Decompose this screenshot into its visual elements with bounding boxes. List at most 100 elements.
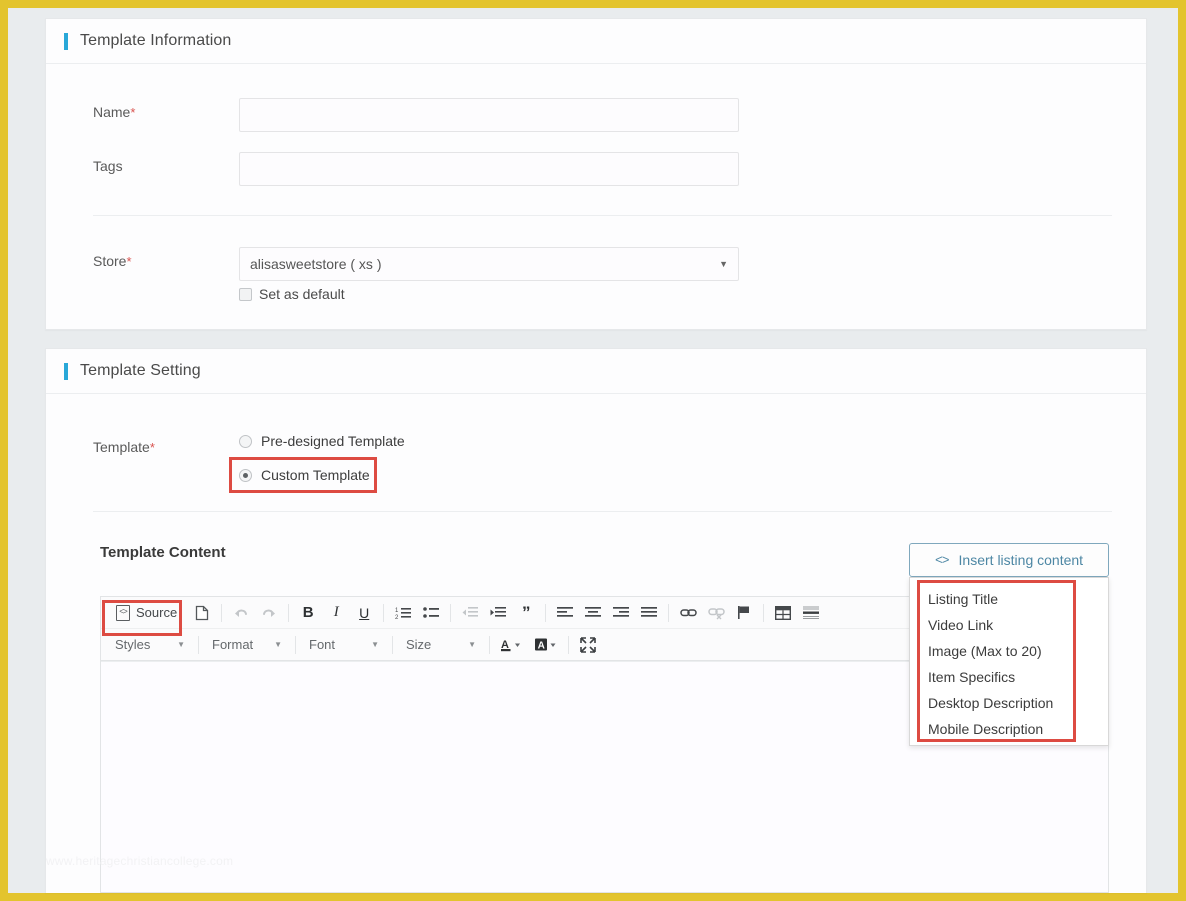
store-select[interactable]: alisasweetstore ( xs ) ▼ <box>239 247 739 281</box>
svg-text:1: 1 <box>395 608 399 614</box>
tags-input[interactable] <box>239 152 739 186</box>
chevron-down-icon: ▼ <box>468 640 476 649</box>
size-select-label: Size <box>406 637 432 652</box>
menu-item-desktop-description[interactable]: Desktop Description <box>910 690 1108 716</box>
form-divider-info <box>93 215 1112 216</box>
name-required-marker: * <box>130 105 136 120</box>
redo-icon[interactable] <box>257 601 281 625</box>
size-select[interactable]: Size ▼ <box>398 633 484 657</box>
page-root: Template Information Name* Tags Store* a… <box>8 8 1178 893</box>
chevron-down-icon: ▼ <box>177 640 185 649</box>
link-icon[interactable] <box>676 601 700 625</box>
font-select-label: Font <box>309 637 336 652</box>
watermark-text: www.heritagechristiancollege.com <box>46 854 234 868</box>
toolbar-separator <box>198 635 199 654</box>
toolbar-separator <box>568 635 569 654</box>
name-label: Name* <box>93 98 239 120</box>
set-as-default-checkbox[interactable] <box>239 287 252 301</box>
chevron-down-icon: ▼ <box>371 640 379 649</box>
justify-icon[interactable] <box>637 601 661 625</box>
increase-indent-icon[interactable] <box>486 601 510 625</box>
toolbar-separator <box>392 635 393 654</box>
set-as-default-row[interactable]: Set as default <box>239 286 345 302</box>
radio-label: Custom Template <box>261 467 370 483</box>
toolbar-separator <box>383 603 385 622</box>
chevron-down-icon: ▼ <box>719 259 728 269</box>
undo-icon[interactable] <box>229 601 253 625</box>
template-required-marker: * <box>149 440 155 455</box>
store-label: Store* <box>93 247 239 269</box>
chevron-down-icon: ▼ <box>274 640 282 649</box>
new-page-icon[interactable] <box>190 601 214 625</box>
anchor-flag-icon[interactable] <box>732 601 756 625</box>
form-divider-setting <box>93 511 1112 512</box>
styles-select-label: Styles <box>115 637 151 652</box>
radio-label: Pre-designed Template <box>261 433 405 449</box>
tags-field-row: Tags <box>93 152 739 186</box>
menu-item-item-specifics[interactable]: Item Specifics <box>910 664 1108 690</box>
template-information-header: Template Information <box>46 19 1146 64</box>
toolbar-separator <box>221 603 223 622</box>
unlink-icon[interactable] <box>704 601 728 625</box>
name-label-text: Name <box>93 104 131 120</box>
tags-label: Tags <box>93 158 123 174</box>
code-brackets-icon: <> <box>934 552 950 568</box>
italic-icon[interactable]: I <box>324 601 348 625</box>
toolbar-separator <box>668 603 670 622</box>
toolbar-separator <box>763 603 765 622</box>
menu-item-video-link[interactable]: Video Link <box>910 612 1108 638</box>
align-right-icon[interactable] <box>609 601 633 625</box>
radio-button-selected[interactable] <box>239 468 252 482</box>
menu-item-listing-title[interactable]: Listing Title <box>910 586 1108 612</box>
maximize-icon[interactable] <box>576 633 600 657</box>
template-setting-header: Template Setting <box>46 349 1146 394</box>
radio-button-unselected[interactable] <box>239 434 252 448</box>
toolbar-separator <box>295 635 296 654</box>
section-accent-bar <box>64 32 68 50</box>
text-color-icon[interactable]: A <box>497 633 527 657</box>
format-select[interactable]: Format ▼ <box>204 633 290 657</box>
table-icon[interactable] <box>771 601 795 625</box>
horizontal-rule-icon[interactable] <box>799 601 823 625</box>
blockquote-icon[interactable]: ” <box>514 601 538 625</box>
toolbar-separator <box>450 603 452 622</box>
template-label: Template* <box>93 433 239 455</box>
menu-item-image[interactable]: Image (Max to 20) <box>910 638 1108 664</box>
template-label-text: Template <box>93 439 150 455</box>
toolbar-separator <box>489 635 490 654</box>
set-as-default-label: Set as default <box>259 286 345 302</box>
section-title: Template Setting <box>80 362 201 379</box>
bold-icon[interactable]: B <box>296 601 320 625</box>
source-code-document-icon: <> <box>116 604 130 621</box>
svg-text:2: 2 <box>395 615 399 620</box>
toolbar-separator <box>288 603 290 622</box>
section-accent-bar <box>64 362 68 380</box>
source-button[interactable]: <> Source <box>107 600 186 625</box>
radio-pre-designed-template[interactable]: Pre-designed Template <box>239 433 405 449</box>
insert-listing-content-menu: Listing Title Video Link Image (Max to 2… <box>909 577 1109 746</box>
source-button-label: Source <box>136 605 178 620</box>
align-left-icon[interactable] <box>553 601 577 625</box>
align-center-icon[interactable] <box>581 601 605 625</box>
svg-text:A: A <box>538 640 545 651</box>
store-required-marker: * <box>126 254 132 269</box>
format-select-label: Format <box>212 637 254 652</box>
menu-item-mobile-description[interactable]: Mobile Description <box>910 716 1108 742</box>
store-selected-value: alisasweetstore ( xs ) <box>250 256 382 272</box>
section-title: Template Information <box>80 32 232 49</box>
name-field-row: Name* <box>93 98 739 132</box>
template-content-label: Template Content <box>100 544 226 561</box>
insert-listing-content-button[interactable]: <> Insert listing content <box>909 543 1109 577</box>
insert-listing-content-label: Insert listing content <box>958 552 1084 568</box>
decrease-indent-icon[interactable] <box>458 601 482 625</box>
bulleted-list-icon[interactable] <box>419 601 443 625</box>
numbered-list-icon[interactable]: 1 2 <box>391 601 415 625</box>
store-label-text: Store <box>93 253 127 269</box>
bg-color-icon[interactable]: A <box>531 633 561 657</box>
name-input[interactable] <box>239 98 739 132</box>
toolbar-separator <box>545 603 547 622</box>
font-select[interactable]: Font ▼ <box>301 633 387 657</box>
styles-select[interactable]: Styles ▼ <box>107 633 193 657</box>
radio-custom-template[interactable]: Custom Template <box>239 467 370 483</box>
underline-icon[interactable]: U <box>352 601 376 625</box>
